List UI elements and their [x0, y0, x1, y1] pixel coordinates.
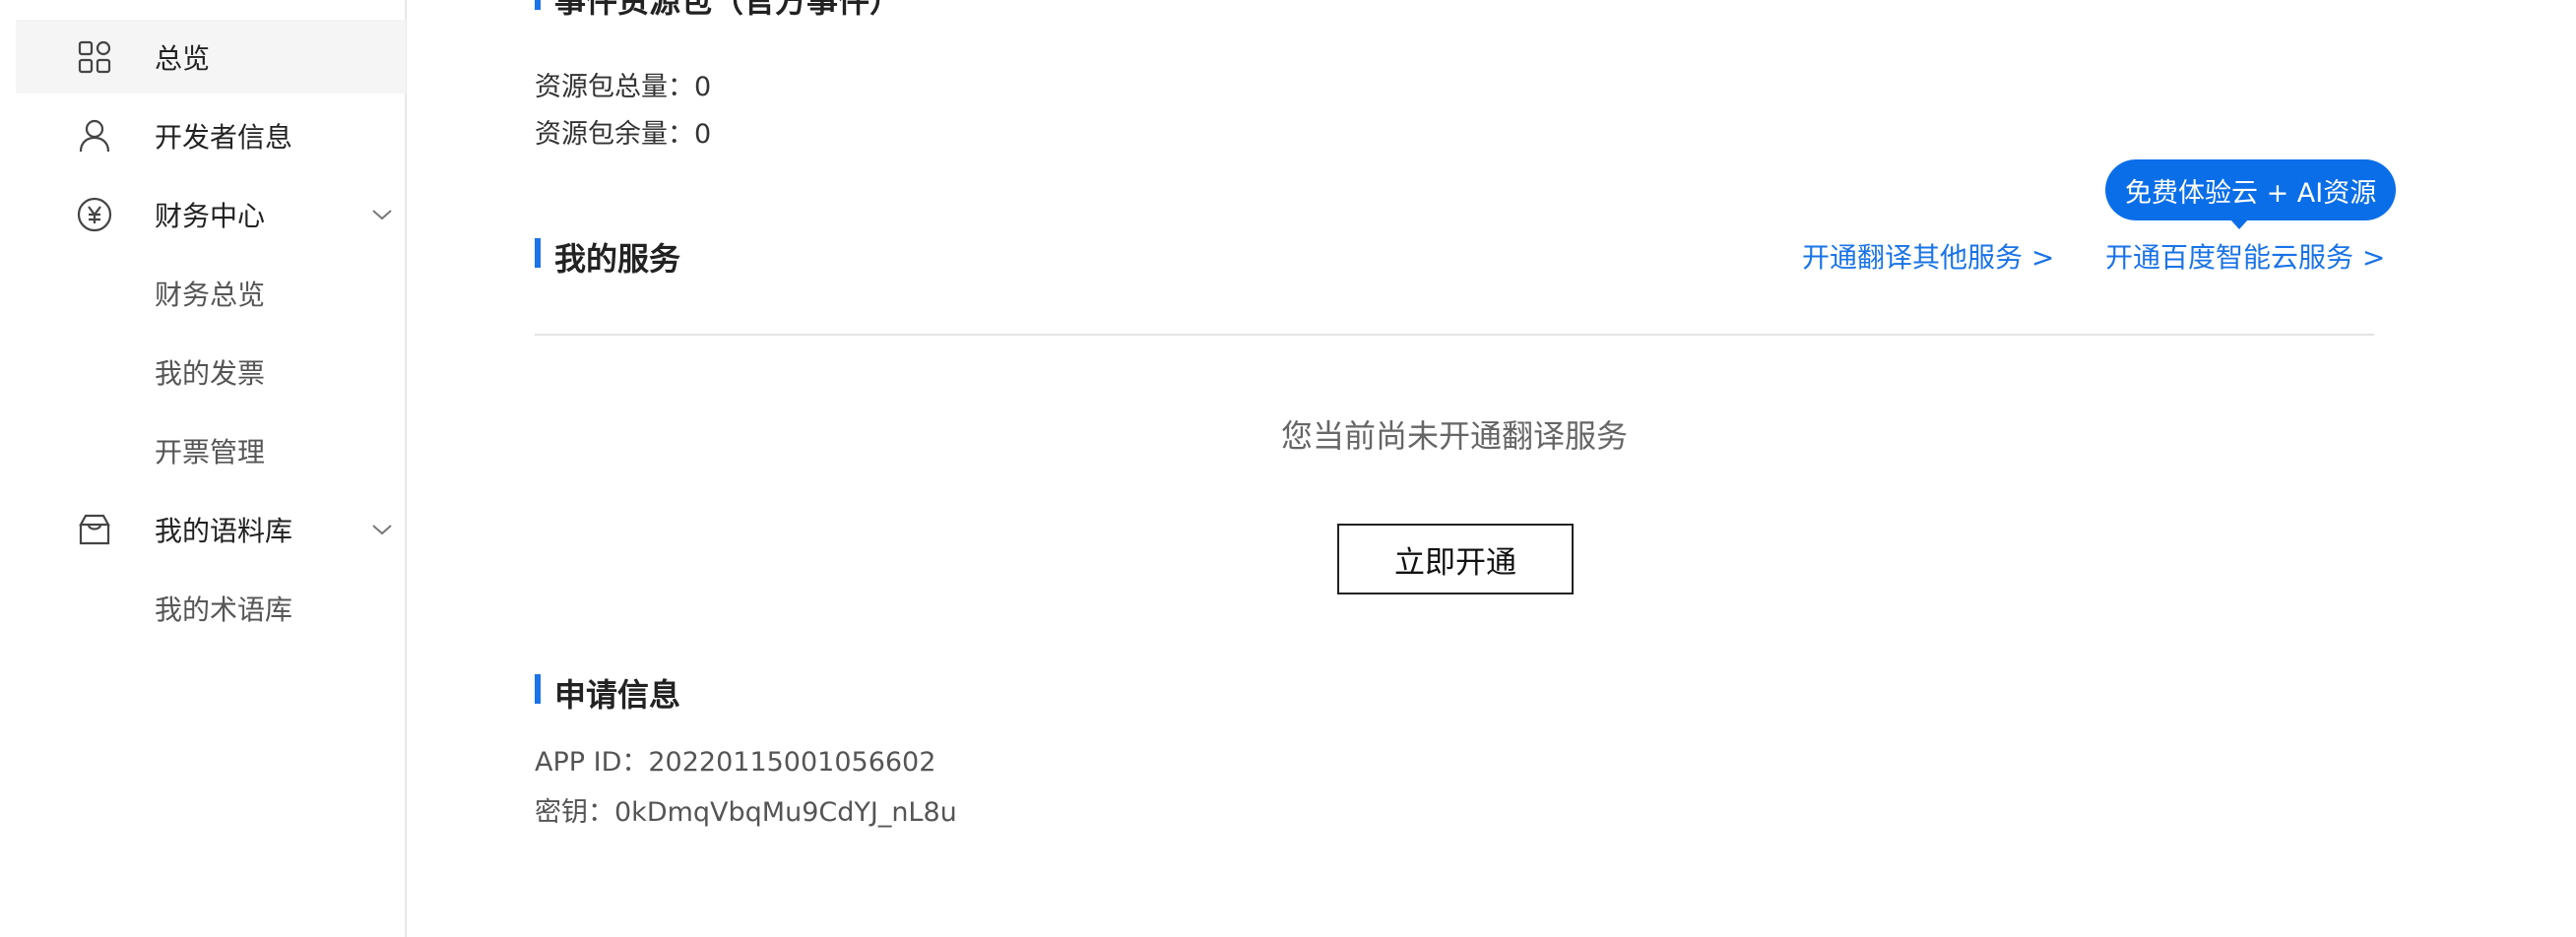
sidebar-item-label: 财务总览	[155, 278, 266, 311]
sidebar: 总览 开发者信息 财务中心 财务总览 我的发票 开票管理 我的语料库 我的术语库	[0, 0, 407, 937]
chevron-down-icon[interactable]	[370, 518, 394, 541]
app-id-row: APP ID：20220115001056602	[535, 740, 935, 779]
sidebar-item-my-corpus[interactable]: 我的语料库	[16, 492, 406, 566]
chevron-down-icon[interactable]	[370, 203, 394, 226]
section-accent-bar	[535, 674, 541, 704]
open-now-button[interactable]: 立即开通	[1337, 524, 1574, 594]
sidebar-item-finance-center[interactable]: 财务中心	[16, 177, 406, 251]
sidebar-item-invoice-management[interactable]: 开票管理	[16, 413, 406, 487]
yen-circle-icon	[77, 197, 112, 232]
open-other-translation-services-link[interactable]: 开通翻译其他服务 >	[1802, 236, 2054, 276]
sidebar-item-label: 我的术语库	[155, 593, 293, 626]
promo-pill[interactable]: 免费体验云 + AI资源	[2105, 159, 2397, 220]
resource-section-title: 事件资源包（官方事件）	[554, 0, 902, 20]
sidebar-item-label: 总览	[155, 41, 211, 75]
sidebar-item-label: 我的发票	[155, 356, 266, 390]
secret-key-row: 密钥：0kDmqVbqMu9CdYJ_nL8u	[535, 790, 957, 829]
sidebar-item-finance-overview[interactable]: 财务总览	[16, 256, 406, 330]
user-icon	[77, 118, 112, 154]
resource-total: 资源包总量：0	[535, 65, 711, 103]
resource-remaining: 资源包余量：0	[535, 112, 711, 151]
app-id-value: 20220115001056602	[648, 747, 936, 778]
resource-total-value: 0	[694, 72, 712, 102]
main-content: 事件资源包（官方事件） 资源包总量：0 资源包余量：0 我的服务 免费体验云 +…	[407, 0, 2576, 937]
services-section-title: 我的服务	[554, 240, 681, 278]
sidebar-item-my-termbase[interactable]: 我的术语库	[16, 571, 406, 645]
promo-pill-pointer	[2230, 219, 2248, 229]
section-accent-bar	[535, 0, 541, 10]
section-accent-bar	[535, 238, 541, 268]
grid-icon	[77, 39, 112, 75]
resource-remaining-label: 资源包余量：	[535, 119, 694, 150]
services-divider	[535, 334, 2374, 336]
app-id-label: APP ID：	[535, 747, 649, 778]
sidebar-item-label: 我的语料库	[155, 514, 293, 547]
resource-total-label: 资源包总量：	[535, 72, 694, 102]
page: 总览 开发者信息 财务中心 财务总览 我的发票 开票管理 我的语料库 我的术语库…	[0, 0, 2576, 937]
inbox-icon	[77, 512, 112, 547]
secret-key-label: 密钥：	[535, 797, 614, 828]
resource-remaining-value: 0	[694, 119, 712, 150]
sidebar-item-label: 财务中心	[155, 199, 266, 232]
sidebar-item-overview[interactable]: 总览	[16, 20, 406, 94]
application-section-title: 申请信息	[554, 676, 681, 714]
sidebar-item-my-invoices[interactable]: 我的发票	[16, 335, 406, 408]
open-baidu-cloud-services-link[interactable]: 开通百度智能云服务 >	[2105, 236, 2385, 276]
empty-services-message: 您当前尚未开通翻译服务	[1281, 417, 1629, 455]
sidebar-item-label: 开票管理	[155, 435, 266, 468]
sidebar-item-developer-info[interactable]: 开发者信息	[16, 98, 406, 172]
secret-key-value: 0kDmqVbqMu9CdYJ_nL8u	[614, 797, 957, 828]
sidebar-item-label: 开发者信息	[155, 120, 293, 154]
